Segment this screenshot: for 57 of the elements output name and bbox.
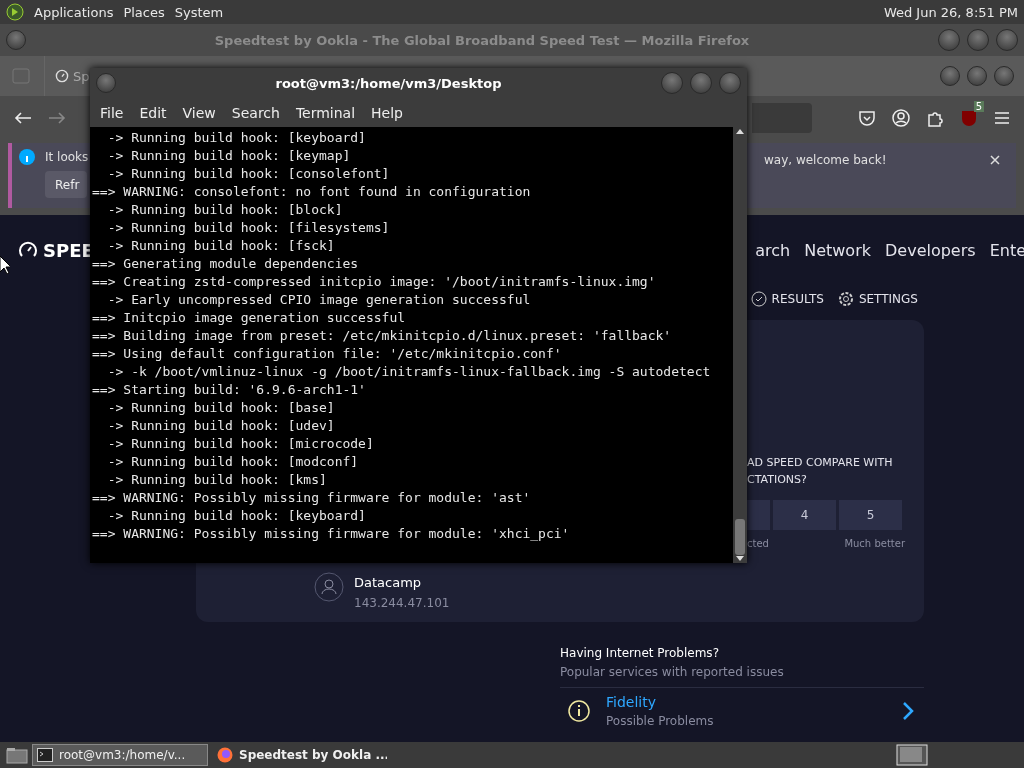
terminal-line: ==> Building image from preset: /etc/mkinitcpio.d/linux.preset: 'fallback' <box>92 327 673 345</box>
menu-item[interactable]: Search <box>223 104 288 121</box>
server-ip: 143.244.47.101 <box>354 596 450 610</box>
rating-label: Much better <box>844 538 905 549</box>
terminal-line: ==> Generating module dependencies <box>92 255 360 273</box>
menu-item[interactable]: Terminal <box>287 104 364 121</box>
section-subtitle: Popular services with reported issues <box>560 665 924 688</box>
terminal-line: ==> Starting build: '6.9.6-arch1-1' <box>92 381 367 399</box>
rating-button[interactable]: 5 <box>839 500 902 530</box>
question-text: CTATIONS? <box>747 472 808 488</box>
taskbar-item[interactable]: root@vm3:/home/v... <box>32 744 208 766</box>
problem-item[interactable]: Fidelity Possible Problems <box>560 688 924 728</box>
action-link[interactable]: SETTINGS <box>837 290 918 307</box>
terminal-line: ==> Initcpio image generation successful <box>92 309 407 327</box>
terminal-line: -> Running build hook: [keyboard] <box>106 129 367 147</box>
action-link[interactable]: RESULTS <box>750 290 824 307</box>
nav-link[interactable]: arch <box>755 240 791 260</box>
rating-button[interactable]: 4 <box>773 500 836 530</box>
terminal-line: -> Running build hook: [microcode] <box>106 435 375 453</box>
clock: Wed Jun 26, 8:51 PM <box>883 4 1018 20</box>
terminal-line: -> Running build hook: [keymap] <box>106 147 352 165</box>
nav-link[interactable]: Developers <box>885 240 976 260</box>
terminal-line: -> Running build hook: [fsck] <box>106 237 336 255</box>
count-badge: 5 <box>973 101 984 112</box>
refresh-button[interactable]: Refr <box>45 171 87 198</box>
panel-menu[interactable]: System <box>174 4 224 20</box>
nav-link[interactable]: Network <box>804 240 871 260</box>
terminal-line: -> Running build hook: [kms] <box>106 471 328 489</box>
terminal-line: -> Running build hook: [consolefont] <box>106 165 391 183</box>
terminal-line: ==> WARNING: Possibly missing firmware for module: 'ast' <box>92 489 532 507</box>
terminal-line: ==> WARNING: Possibly missing firmware for module: 'xhci_pci' <box>92 525 571 543</box>
terminal-line: -> Running build hook: [base] <box>106 399 336 417</box>
terminal-line: -> Running build hook: [filesystems] <box>106 219 391 237</box>
terminal-line: ==> WARNING: consolefont: no font found in configuration <box>92 183 532 201</box>
menu-item[interactable]: File <box>92 104 132 121</box>
terminal-line: -> Early uncompressed CPIO image generation successful <box>106 291 532 309</box>
rating-label: cted <box>747 538 769 549</box>
terminal-line: -> -k /boot/vmlinuz-linux -g /boot/initramfs-linux-fallback.img -S autodetect <box>106 363 712 381</box>
panel-menu[interactable]: Applications <box>34 4 114 20</box>
menu-item[interactable]: Edit <box>131 104 175 121</box>
terminal-line: -> Running build hook: [modconf] <box>106 453 360 471</box>
terminal-line: -> Running build hook: [keyboard] <box>106 507 367 525</box>
window-title: Speedtest by Ookla - The Global Broadband Speed Test — Mozilla Firefox <box>213 32 751 48</box>
speedtest-logo: SPEE <box>18 239 94 261</box>
panel-menu[interactable]: Places <box>123 4 165 20</box>
terminal-line: -> Running build hook: [block] <box>106 201 344 219</box>
notification-text: way, welcome back! <box>764 153 887 167</box>
question-text: AD SPEED COMPARE WITH <box>747 455 894 471</box>
terminal-line: -> Running build hook: [udev] <box>106 417 336 435</box>
notification-text: It looks <box>45 150 89 164</box>
terminal-line: ==> Creating zstd-compressed initcpio image: '/boot/initramfs-linux.img' <box>92 273 657 291</box>
window-title: root@vm3:/home/vm3/Desktop <box>274 75 503 91</box>
menu-item[interactable]: Help <box>363 104 411 121</box>
server-name: Datacamp <box>354 575 423 590</box>
section-title: Having Internet Problems? <box>560 646 720 660</box>
terminal-line: ==> Using default configuration file: '/etc/mkinitcpio.conf' <box>92 345 563 363</box>
menu-item[interactable]: View <box>174 104 224 121</box>
